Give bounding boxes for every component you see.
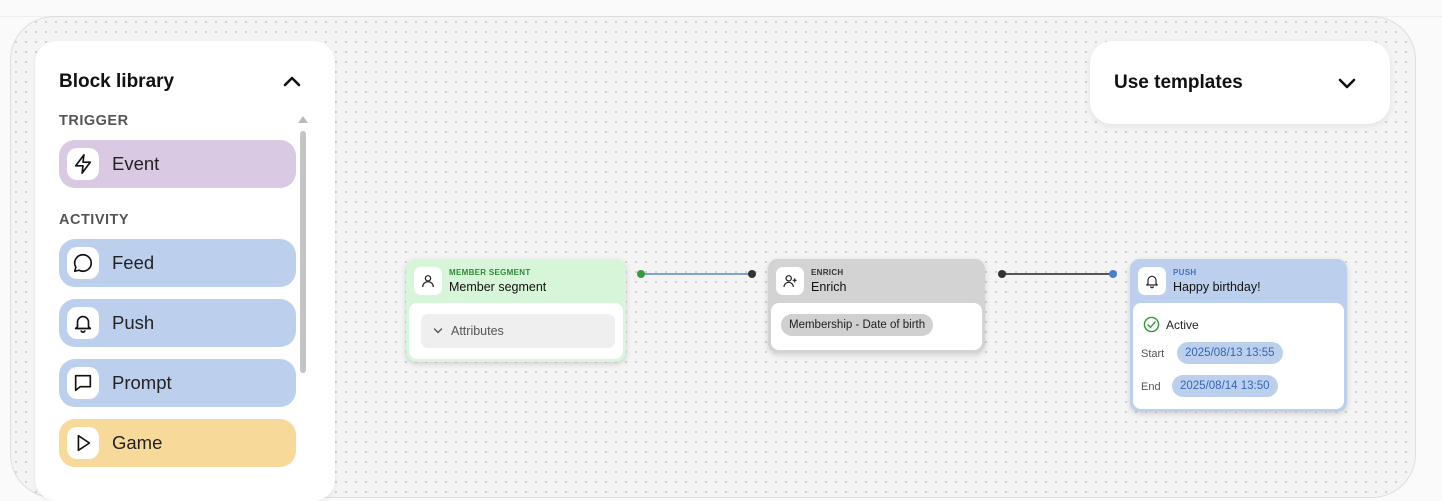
use-templates-dropdown[interactable]: Use templates <box>1090 41 1390 124</box>
node-header: ENRICH Enrich <box>768 259 985 303</box>
bell-icon <box>1138 267 1166 295</box>
check-circle-icon <box>1143 316 1160 338</box>
output-port-segment[interactable] <box>637 270 645 278</box>
library-item-label: Prompt <box>112 372 172 393</box>
library-item-label: Push <box>112 312 155 333</box>
node-body: Attributes <box>409 303 623 359</box>
node-member-segment[interactable]: MEMBER SEGMENT Member segment Attributes <box>406 259 626 362</box>
message-square-icon <box>67 367 99 399</box>
input-port-enrich[interactable] <box>748 270 756 278</box>
start-label: Start <box>1141 348 1165 360</box>
node-kicker: PUSH <box>1173 268 1197 277</box>
library-item-push[interactable]: Push <box>59 299 296 347</box>
node-body: Active Start 2025/08/13 13:55 End 2025/0… <box>1133 303 1344 409</box>
scroll-up-arrow-icon[interactable] <box>298 116 308 123</box>
bell-icon <box>67 307 99 339</box>
chevron-up-icon <box>283 76 301 87</box>
node-title: Member segment <box>449 280 547 294</box>
chat-bubble-icon <box>67 247 99 279</box>
end-date-chip[interactable]: 2025/08/14 13:50 <box>1172 375 1278 397</box>
node-title: Happy birthday! <box>1173 280 1261 294</box>
use-templates-title: Use templates <box>1114 72 1243 93</box>
input-port-push[interactable] <box>1109 270 1117 278</box>
user-plus-icon <box>776 267 804 295</box>
lightning-icon <box>67 148 99 180</box>
attributes-label: Attributes <box>451 324 504 338</box>
section-label-activity: ACTIVITY <box>59 212 130 228</box>
node-enrich[interactable]: ENRICH Enrich Membership - Date of birth <box>768 259 985 353</box>
enrich-field-chip[interactable]: Membership - Date of birth <box>781 314 934 336</box>
library-item-label: Event <box>112 153 160 174</box>
start-date-chip[interactable]: 2025/08/13 13:55 <box>1177 342 1283 364</box>
node-push[interactable]: PUSH Happy birthday! Active Start 2025/0… <box>1130 259 1347 412</box>
attributes-toggle[interactable]: Attributes <box>421 314 615 348</box>
block-library-title: Block library <box>59 71 175 92</box>
scrollbar-thumb[interactable] <box>300 131 306 373</box>
block-library-panel: Block library TRIGGER Event ACTIVITY Fee… <box>35 41 335 501</box>
output-port-enrich[interactable] <box>998 270 1006 278</box>
end-label: End <box>1141 381 1161 393</box>
node-kicker: MEMBER SEGMENT <box>449 268 531 277</box>
collapse-library-button[interactable] <box>281 71 303 93</box>
section-label-trigger: TRIGGER <box>59 113 129 129</box>
library-item-prompt[interactable]: Prompt <box>59 359 296 407</box>
node-header: PUSH Happy birthday! <box>1130 259 1347 303</box>
chevron-down-icon <box>1336 72 1358 94</box>
user-icon <box>414 267 442 295</box>
library-item-feed[interactable]: Feed <box>59 239 296 287</box>
library-scrollbar[interactable] <box>298 116 308 501</box>
library-item-event[interactable]: Event <box>59 140 296 188</box>
connector-enrich-push <box>1002 273 1114 275</box>
node-body: Membership - Date of birth <box>771 303 982 350</box>
node-title: Enrich <box>811 280 847 294</box>
library-item-label: Game <box>112 432 163 453</box>
node-header: MEMBER SEGMENT Member segment <box>406 259 626 303</box>
library-item-game[interactable]: Game <box>59 419 296 467</box>
chevron-down-icon <box>433 328 443 334</box>
play-icon <box>67 427 99 459</box>
library-item-label: Feed <box>112 252 155 273</box>
status-label: Active <box>1166 318 1199 332</box>
node-kicker: ENRICH <box>811 268 844 277</box>
connector-segment-enrich <box>641 273 753 275</box>
